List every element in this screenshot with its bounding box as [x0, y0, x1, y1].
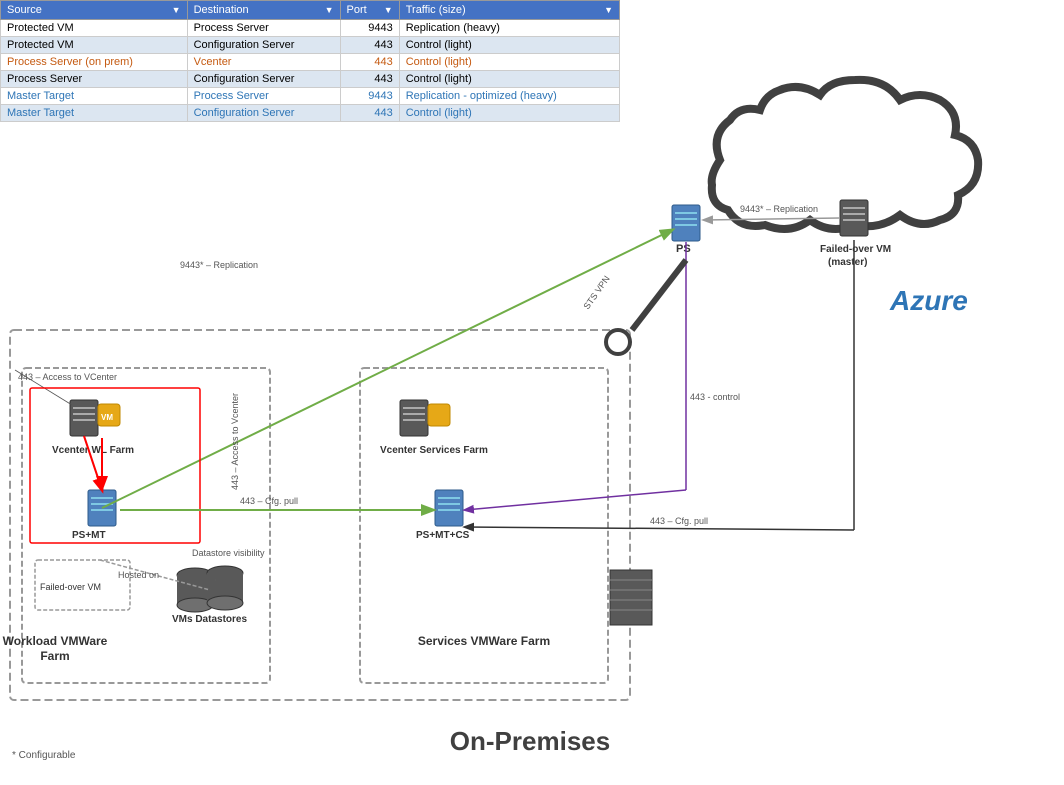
- configurable-note: * Configurable: [12, 750, 76, 761]
- failed-over-vm-label: Failed-over VM: [820, 244, 891, 255]
- ps-mt-cs-label: PS+MT+CS: [416, 530, 470, 541]
- diagram-svg: PS Failed-over VM (master) Azure PS+MT V…: [0, 0, 1064, 785]
- datastore-visibility-label: Datastore visibility: [192, 548, 265, 558]
- services-farm-label: Services VMWare Farm: [418, 634, 550, 648]
- ps-server-cloud: [672, 205, 700, 241]
- sts-vpn-line: [632, 260, 686, 330]
- access-vcenter-vertical: 443 – Access to Vcenter: [230, 393, 240, 490]
- workload-farm-label2: Farm: [40, 649, 69, 663]
- connector-circle: [606, 330, 630, 354]
- vcenter-wl-server: VM: [70, 400, 120, 436]
- rack-icon: [610, 570, 652, 625]
- ps-mt-label: PS+MT: [72, 530, 106, 541]
- hosted-on-label: Hosted on: [118, 570, 159, 580]
- control-443-label: 443 - control: [690, 392, 740, 402]
- vcenter-services-label: Vcenter Services Farm: [380, 445, 488, 456]
- azure-label: Azure: [889, 285, 968, 316]
- control-arrow: [465, 490, 686, 510]
- cfg-pull-arrow2: [465, 527, 854, 530]
- vms-datastores: [177, 566, 243, 612]
- on-premises-label: On-Premises: [450, 726, 610, 756]
- replication-arrow-main: [102, 230, 672, 508]
- failed-over-vm-onprem-label: Failed-over VM: [40, 582, 101, 592]
- sts-vpn-label: STS VPN: [581, 274, 611, 311]
- cfg-pull-label: 443 – Cfg. pull: [240, 496, 298, 506]
- workload-farm-label: Workload VMWare: [3, 634, 108, 648]
- vcenter-wl-label: Vcenter WL Farm: [52, 445, 134, 456]
- ps-label: PS: [676, 243, 691, 255]
- replication-9443-label: 9443* – Replication: [180, 260, 258, 270]
- replication-cloud-label: 9443* – Replication: [740, 204, 818, 214]
- svg-text:VM: VM: [101, 413, 113, 422]
- failed-over-vm-server: [840, 200, 868, 236]
- vms-datastores-label: VMs Datastores: [172, 614, 247, 625]
- cfg-pull-2-label: 443 – Cfg. pull: [650, 516, 708, 526]
- ps-mt-cs-server: [435, 490, 463, 526]
- failed-over-vm-master-label: (master): [828, 257, 867, 268]
